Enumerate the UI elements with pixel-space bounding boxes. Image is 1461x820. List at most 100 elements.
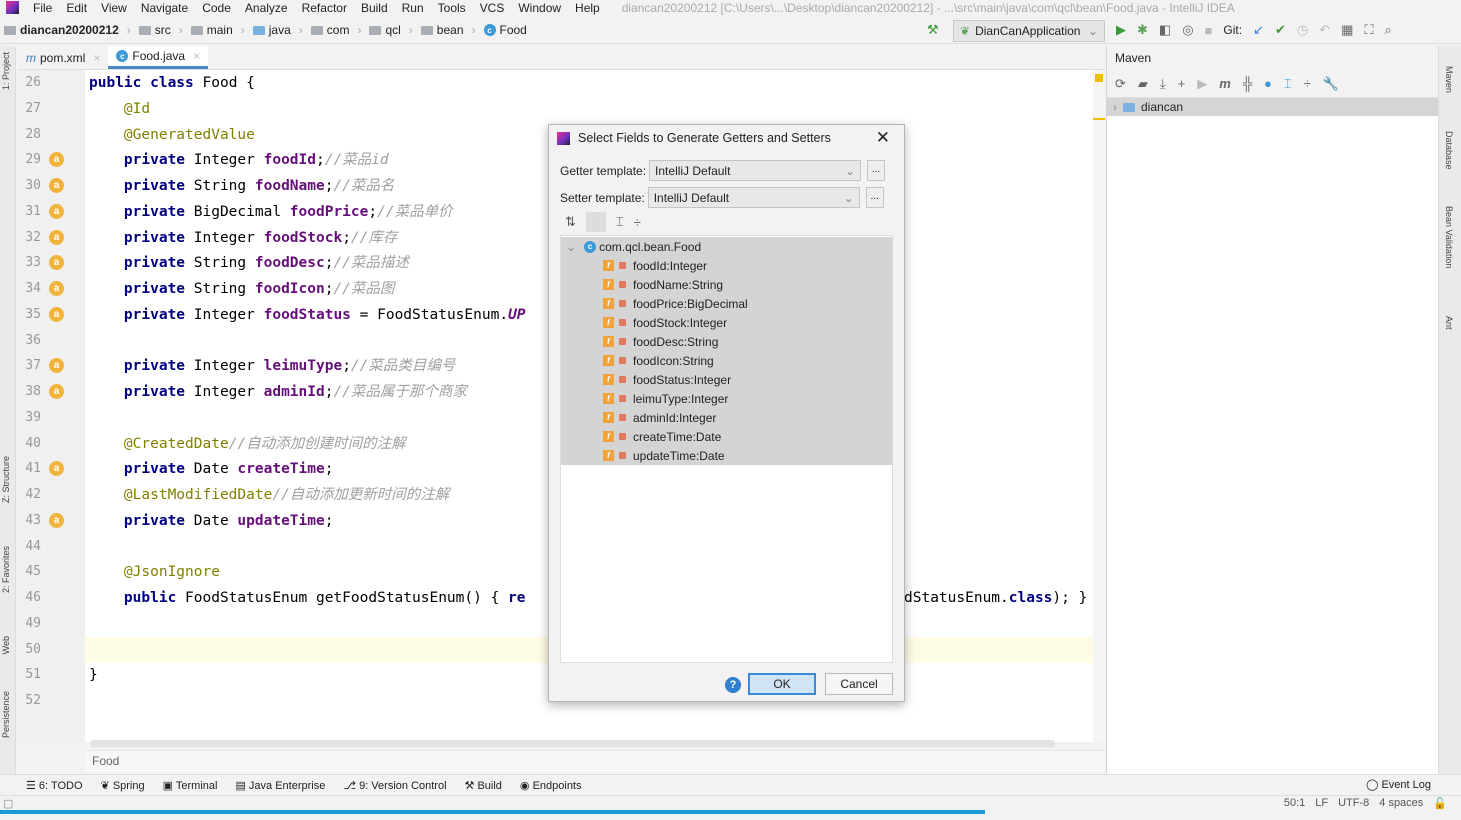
jpa-field-marker-icon[interactable]: a: [49, 512, 64, 528]
collapse-all-icon[interactable]: ÷: [1304, 76, 1311, 91]
setter-template-select[interactable]: IntelliJ Default ⌄: [647, 187, 860, 208]
editor-breadcrumb[interactable]: Food: [85, 750, 1105, 772]
run-goal-icon[interactable]: ▶: [1197, 76, 1207, 92]
tool-window-bean-validation[interactable]: Bean Validation: [1444, 206, 1454, 268]
menu-vcs[interactable]: VCS: [480, 1, 505, 15]
tool-window-web[interactable]: Web: [1, 636, 11, 654]
field-node[interactable]: f foodStock:Integer: [561, 313, 892, 332]
tool-terminal[interactable]: ▣ Terminal: [163, 779, 218, 792]
tool-build[interactable]: ⚒ Build: [465, 779, 502, 792]
menu-window[interactable]: Window: [518, 1, 561, 15]
tab-food-java[interactable]: c Food.java ×: [108, 46, 209, 69]
show-dependencies-icon[interactable]: ⌶: [1284, 76, 1292, 92]
field-node[interactable]: f foodDesc:String: [561, 332, 892, 351]
settings-wrench-icon[interactable]: 🔧: [1323, 76, 1339, 92]
add-icon[interactable]: +: [1178, 76, 1186, 91]
menu-analyze[interactable]: Analyze: [245, 1, 288, 15]
field-node[interactable]: f adminId:Integer: [561, 408, 892, 427]
tool-window-z-structure[interactable]: Z: Structure: [1, 456, 11, 503]
tool-window-database[interactable]: Database: [1444, 131, 1454, 170]
jpa-field-marker-icon[interactable]: a: [49, 255, 64, 271]
setter-template-more-button[interactable]: ...: [865, 187, 884, 208]
line-separator[interactable]: LF: [1315, 797, 1328, 810]
close-tab-icon[interactable]: ×: [193, 49, 200, 63]
help-icon[interactable]: ?: [725, 677, 741, 693]
field-node[interactable]: f createTime:Date: [561, 427, 892, 446]
tool-spring[interactable]: ❦ Spring: [101, 779, 145, 792]
lock-icon[interactable]: 🔓: [1433, 797, 1447, 810]
field-node[interactable]: f leimuType:Integer: [561, 389, 892, 408]
git-commit-icon[interactable]: ✔: [1275, 22, 1286, 38]
cancel-button[interactable]: Cancel: [825, 673, 893, 695]
breadcrumb-item[interactable]: c Food: [483, 23, 527, 37]
sort-alphabetically-icon[interactable]: ⇅: [565, 214, 576, 230]
menu-navigate[interactable]: Navigate: [141, 1, 188, 15]
expand-all-icon[interactable]: ⌶: [616, 214, 624, 230]
tool-window--project[interactable]: 1: Project: [1, 52, 11, 90]
breadcrumb-item[interactable]: src ›: [138, 23, 183, 37]
field-node[interactable]: f foodStatus:Integer: [561, 370, 892, 389]
tool-window--favorites[interactable]: 2: Favorites: [1, 546, 11, 593]
getter-template-select[interactable]: IntelliJ Default ⌄: [649, 160, 862, 181]
breadcrumb-item[interactable]: java ›: [252, 23, 303, 37]
generate-sources-icon[interactable]: ▰: [1138, 76, 1148, 92]
tool--todo[interactable]: ☰ 6: TODO: [26, 779, 83, 792]
status-toggle-icon[interactable]: ▢: [3, 797, 13, 810]
getter-template-more-button[interactable]: ...: [867, 160, 886, 181]
menu-file[interactable]: File: [33, 1, 52, 15]
caret-position[interactable]: 50:1: [1284, 797, 1305, 810]
field-node[interactable]: f foodId:Integer: [561, 256, 892, 275]
stop-icon[interactable]: ■: [1205, 23, 1213, 38]
tool-window-ant[interactable]: Ant: [1444, 316, 1454, 330]
jpa-field-marker-icon[interactable]: a: [49, 203, 64, 219]
menu-refactor[interactable]: Refactor: [302, 1, 347, 15]
coverage-icon[interactable]: ◧: [1159, 22, 1171, 38]
ok-button[interactable]: OK: [748, 673, 816, 695]
tool-window-maven[interactable]: Maven: [1444, 66, 1454, 93]
jpa-field-marker-icon[interactable]: a: [49, 358, 64, 374]
fields-tree[interactable]: ⌄ c com.qcl.bean.Food f foodId:Integer f foodN…: [560, 235, 893, 663]
breadcrumb-item[interactable]: qcl ›: [369, 23, 413, 37]
debug-icon[interactable]: ✱: [1137, 22, 1148, 38]
field-node[interactable]: f foodPrice:BigDecimal: [561, 294, 892, 313]
tool-java-enterprise[interactable]: ▤ Java Enterprise: [235, 779, 325, 792]
collapse-all-icon[interactable]: ÷: [634, 215, 641, 230]
toggle-offline-icon[interactable]: ╬: [1243, 76, 1252, 91]
jpa-field-marker-icon[interactable]: a: [49, 281, 64, 296]
history-icon[interactable]: ◷: [1297, 22, 1308, 38]
tool-endpoints[interactable]: ◉ Endpoints: [520, 779, 582, 792]
jpa-field-marker-icon[interactable]: a: [49, 178, 64, 193]
git-update-icon[interactable]: ↙: [1253, 22, 1264, 38]
menu-edit[interactable]: Edit: [66, 1, 87, 15]
event-log-button[interactable]: ◯ Event Log: [1366, 778, 1431, 791]
field-node[interactable]: f updateTime:Date: [561, 446, 892, 465]
menu-run[interactable]: Run: [402, 1, 424, 15]
rollback-icon[interactable]: ↶: [1319, 22, 1330, 38]
tree-root-node[interactable]: ⌄ c com.qcl.bean.Food: [561, 237, 892, 256]
close-icon[interactable]: ✕: [876, 128, 890, 148]
breadcrumb-item[interactable]: com ›: [310, 23, 361, 37]
tool--version-control[interactable]: ⎇ 9: Version Control: [343, 779, 446, 792]
file-encoding[interactable]: UTF-8: [1338, 797, 1369, 810]
breadcrumb-item[interactable]: diancan20200212 ›: [4, 23, 131, 37]
close-tab-icon[interactable]: ×: [93, 51, 100, 65]
build-hammer-icon[interactable]: ⚒: [927, 22, 939, 38]
editor-horizontal-scrollbar[interactable]: [90, 740, 1055, 747]
menu-help[interactable]: Help: [575, 1, 600, 15]
skip-tests-icon[interactable]: ●: [1264, 76, 1272, 91]
breadcrumb-item[interactable]: bean ›: [420, 23, 476, 37]
jpa-field-marker-icon[interactable]: a: [49, 306, 64, 322]
jpa-field-marker-icon[interactable]: a: [49, 229, 64, 245]
maven-goal-icon[interactable]: m: [1219, 76, 1231, 91]
jpa-field-marker-icon[interactable]: a: [49, 384, 64, 399]
maven-project-row[interactable]: › diancan: [1107, 98, 1438, 116]
menu-tools[interactable]: Tools: [438, 1, 466, 15]
fullscreen-icon[interactable]: ⛶: [1364, 22, 1373, 38]
field-node[interactable]: f foodIcon:String: [561, 351, 892, 370]
field-node[interactable]: f foodName:String: [561, 275, 892, 294]
tool-window-persistence[interactable]: Persistence: [1, 691, 11, 738]
menu-view[interactable]: View: [101, 1, 127, 15]
jpa-field-marker-icon[interactable]: a: [49, 152, 64, 168]
editor-vertical-scrollbar[interactable]: [1093, 70, 1105, 742]
indent-setting[interactable]: 4 spaces: [1379, 797, 1423, 810]
